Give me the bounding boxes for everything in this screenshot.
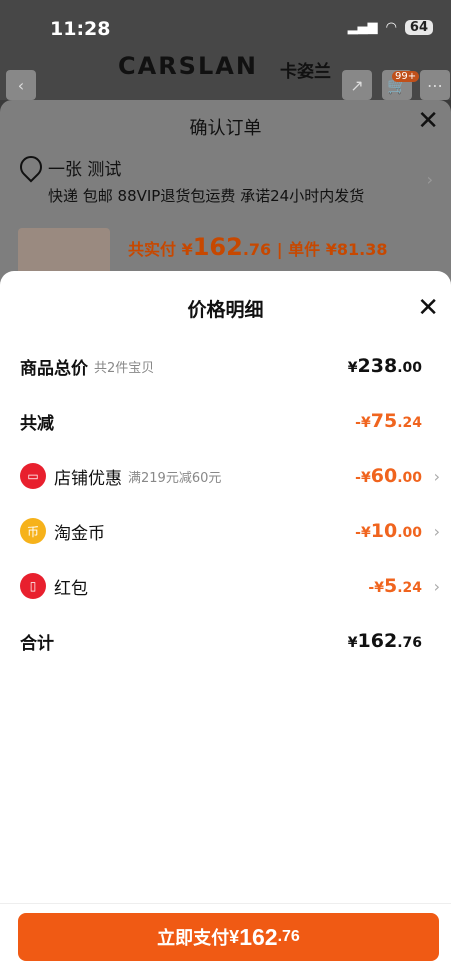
row-label: 共减: [20, 413, 54, 434]
store-icon: ▭: [20, 463, 46, 489]
row-amount: ¥238.00: [347, 355, 422, 377]
row-store-discount[interactable]: ▭ 店铺优惠 满219元减60元 -¥60.00 ›: [20, 461, 440, 491]
close-icon[interactable]: ✕: [417, 293, 439, 323]
row-amount: -¥5.24: [368, 575, 422, 597]
row-taojinbi[interactable]: 币 淘金币 -¥10.00 ›: [20, 516, 440, 546]
row-grand-total: 合计 ¥162.76: [20, 626, 440, 656]
row-label: 合计: [20, 633, 54, 654]
back-icon[interactable]: ‹: [6, 70, 36, 100]
chevron-right-icon[interactable]: ›: [427, 170, 433, 189]
row-note: 共2件宝贝: [94, 360, 155, 376]
battery-indicator: 64: [404, 20, 433, 35]
red-envelope-icon: ▯: [20, 573, 46, 599]
row-label: 红包: [54, 578, 88, 599]
chevron-right-icon[interactable]: ›: [422, 522, 440, 541]
row-amount: -¥75.24: [355, 410, 422, 432]
pay-dec: .76: [277, 928, 300, 945]
row-red-envelope[interactable]: ▯ 红包 -¥5.24 ›: [20, 571, 440, 601]
unit-price: | 单件 ¥81.38: [276, 240, 388, 259]
brand-logo: CARSLAN: [118, 52, 258, 80]
total-label: 共实付: [128, 240, 177, 259]
cart-badge: 99+: [392, 71, 420, 82]
total-dec: .76: [242, 240, 272, 259]
confirm-order-title: 确认订单: [189, 118, 262, 139]
signal-icon: ▂▄▆: [347, 20, 378, 35]
pay-now-button[interactable]: 立即支付 ¥162.76: [18, 913, 439, 961]
row-label: 商品总价: [20, 358, 88, 379]
total-int: 162: [192, 233, 243, 261]
more-icon[interactable]: ⋯: [420, 70, 450, 100]
row-amount: -¥60.00: [355, 465, 422, 487]
status-time: 11:28: [50, 18, 111, 40]
row-label: 店铺优惠: [54, 468, 122, 489]
share-icon[interactable]: ↗: [342, 70, 372, 100]
row-note: 满219元减60元: [128, 470, 222, 486]
divider: [0, 903, 451, 904]
row-amount: -¥10.00: [355, 520, 422, 542]
chevron-right-icon[interactable]: ›: [422, 467, 440, 486]
delivery-info: 快递 包邮 88VIP退货包运费 承诺24小时内发货: [48, 187, 365, 205]
row-amount: ¥162.76: [347, 630, 422, 652]
brand-logo-cn: 卡姿兰: [280, 62, 331, 82]
pay-int: 162: [239, 923, 278, 950]
row-goods-total: 商品总价 共2件宝贝 ¥238.00: [20, 351, 440, 381]
status-icons: ▂▄▆ ◠ 64: [348, 20, 433, 35]
address-name[interactable]: 一张 测试: [48, 155, 121, 180]
pay-yen: ¥: [229, 926, 240, 947]
coin-icon: 币: [20, 518, 46, 544]
close-icon[interactable]: ✕: [417, 106, 439, 136]
total-yen: ¥: [181, 240, 193, 259]
pay-label: 立即支付: [157, 928, 230, 948]
chevron-right-icon[interactable]: ›: [422, 577, 440, 596]
price-detail-title: 价格明细: [187, 299, 264, 321]
order-total-line: 共实付 ¥162.76 | 单件 ¥81.38: [128, 233, 388, 261]
wifi-icon: ◠: [385, 20, 397, 35]
row-total-discount: 共减 -¥75.24: [20, 406, 440, 436]
row-label: 淘金币: [54, 523, 105, 544]
price-detail-panel: 价格明细 ✕ 商品总价 共2件宝贝 ¥238.00 共减 -¥75.24 ▭ 店…: [0, 271, 451, 967]
